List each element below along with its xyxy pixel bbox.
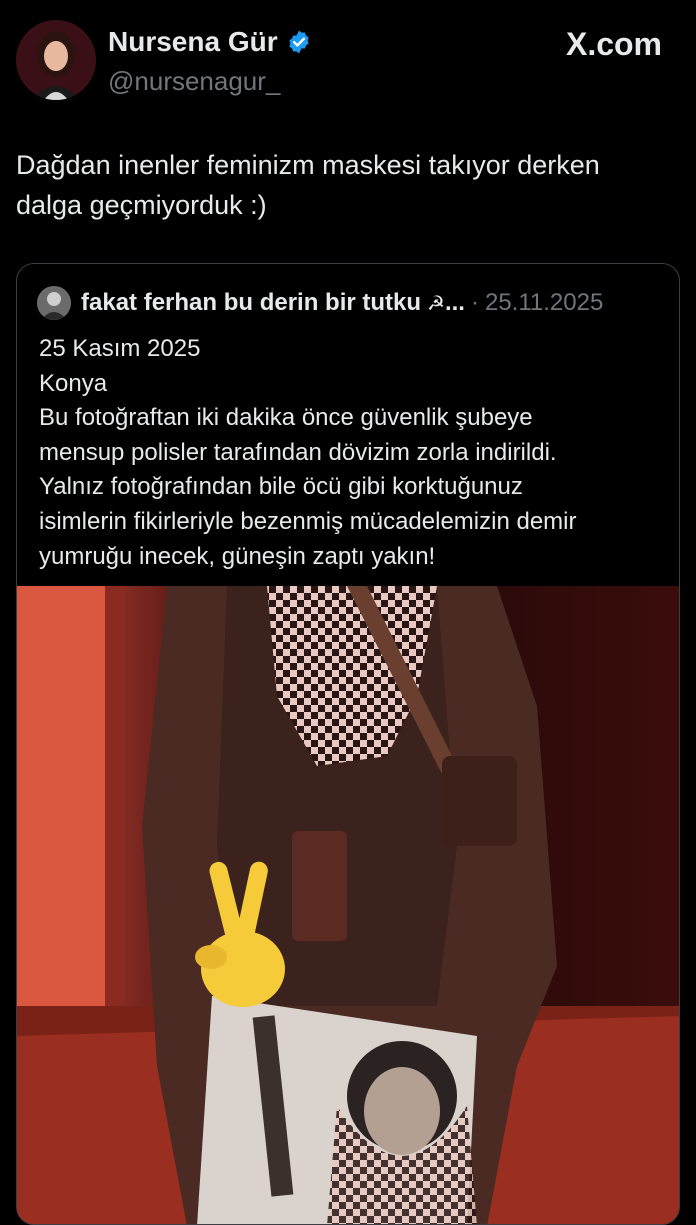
- quoted-tweet[interactable]: fakat ferhan bu derin bir tutku ☭ ... · …: [16, 263, 680, 1225]
- author-name-row: Nursena Gür: [108, 26, 312, 58]
- quoted-tweet-text: 25 Kasım 2025 Konya Bu fotoğraftan iki d…: [39, 332, 669, 574]
- author-display-name[interactable]: Nursena Gür: [108, 26, 278, 58]
- quoted-text-line: Konya: [39, 369, 108, 397]
- name-truncation: ...: [444, 289, 465, 316]
- quoted-text-line: Yalnız fotoğrafından bile öcü gibi korkt…: [39, 473, 523, 501]
- quoted-tweet-photo[interactable]: [17, 586, 679, 1224]
- tweet-text-line: Dağdan inenler feminizm maskesi takıyor …: [16, 150, 600, 180]
- quoted-text-line: 25 Kasım 2025: [39, 335, 201, 362]
- brand-logo: X.com: [565, 26, 662, 62]
- author-handle[interactable]: @nursenagur_: [108, 66, 280, 97]
- tweet-text-line: dalga geçmiyorduk :): [16, 190, 267, 220]
- quoted-tweet-header: fakat ferhan bu derin bir tutku ☭ ... · …: [37, 286, 603, 320]
- quoted-text-line: Bu fotoğraftan iki dakika önce güvenlik …: [39, 404, 533, 432]
- hammer-sickle-icon: ☭: [427, 292, 445, 315]
- quoted-text-line: isimlerin fikirleriyle bezenmiş mücadele…: [39, 507, 577, 535]
- verified-badge-icon: [288, 30, 309, 54]
- quoted-author-avatar[interactable]: [37, 286, 71, 320]
- quoted-tweet-date[interactable]: 25.11.2025: [485, 289, 603, 317]
- quoted-text-line: mensup polisler tarafından dövizim zorla…: [39, 438, 557, 466]
- tweet-text: Dağdan inenler feminizm maskesi takıyor …: [16, 145, 680, 225]
- quoted-author-name[interactable]: fakat ferhan bu derin bir tutku: [81, 289, 421, 317]
- tweet-header: Nursena Gür @nursenagur_ X.com: [0, 0, 696, 110]
- author-avatar[interactable]: [16, 20, 96, 100]
- quoted-text-line: yumruğu inecek, güneşin zaptı yakın!: [39, 542, 436, 570]
- separator-dot: ·: [470, 289, 479, 316]
